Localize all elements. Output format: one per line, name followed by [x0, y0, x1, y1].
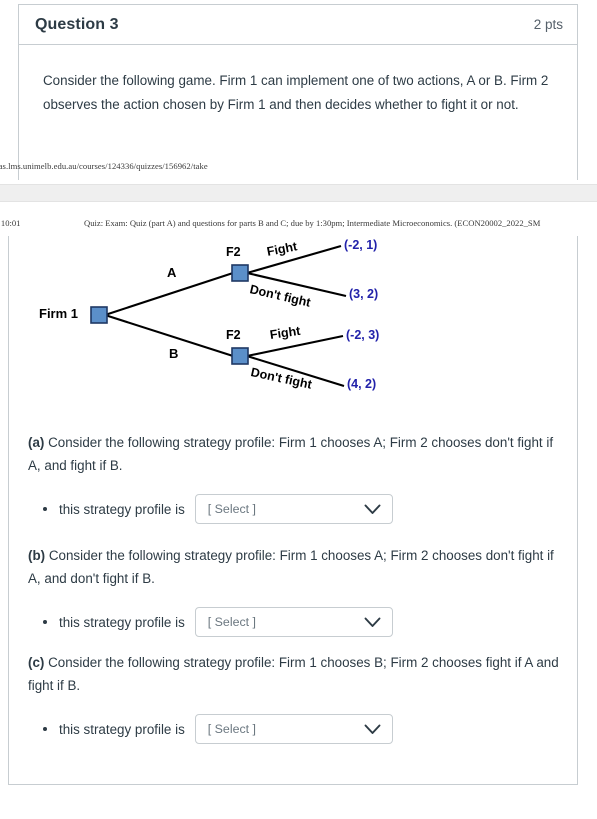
tree-label-action-a: A: [167, 265, 177, 280]
part-a-text: (a) Consider the following strategy prof…: [28, 431, 568, 477]
tree-label-firm2-upper: F2: [226, 245, 241, 259]
part-c-body: Consider the following strategy profile:…: [28, 655, 559, 694]
question-points-badge: 2 pts: [533, 17, 563, 32]
part-c-text: (c) Consider the following strategy prof…: [28, 651, 568, 697]
payoff-a-dont-fight: (3, 2): [349, 287, 379, 301]
page-title: Question 3: [35, 15, 119, 33]
bullet-icon: [43, 727, 47, 732]
page-break-divider: [0, 184, 597, 202]
running-head-date: 22, 10:01: [0, 218, 21, 228]
part-b-body: Consider the following strategy profile:…: [28, 548, 554, 587]
part-b-select-value: [ Select ]: [207, 615, 256, 630]
part-c-marker: (c): [28, 655, 45, 670]
node-firm1: [90, 306, 108, 324]
part-b-answer-row: this strategy profile is [ Select ]: [28, 607, 568, 638]
question-header: Question 3 2 pts: [19, 5, 577, 45]
question-part-b: (b) Consider the following strategy prof…: [28, 544, 568, 638]
question-prompt: Consider the following game. Firm 1 can …: [43, 73, 549, 112]
part-c-select[interactable]: [ Select ]: [194, 714, 393, 745]
part-b-text: (b) Consider the following strategy prof…: [28, 544, 568, 590]
tree-label-firm1: Firm 1: [39, 306, 79, 321]
part-a-select-value: [ Select ]: [207, 502, 256, 517]
question-card: Question 3 2 pts Consider the following …: [18, 4, 578, 180]
chevron-down-icon: [364, 617, 381, 628]
part-b-marker: (b): [28, 548, 46, 563]
question-body: Consider the following game. Firm 1 can …: [19, 45, 577, 117]
part-b-select[interactable]: [ Select ]: [194, 607, 393, 638]
part-a-select[interactable]: [ Select ]: [194, 494, 393, 525]
part-b-answer-label: this strategy profile is: [59, 614, 185, 630]
bullet-icon: [43, 507, 47, 512]
part-a-marker: (a): [28, 435, 45, 450]
tree-label-firm2-lower: F2: [226, 328, 241, 342]
payoff-a-fight: (-2, 1): [344, 238, 378, 252]
question-part-a: (a) Consider the following strategy prof…: [28, 431, 568, 525]
part-c-select-value: [ Select ]: [207, 722, 256, 737]
chevron-down-icon: [364, 504, 381, 515]
part-c-answer-row: this strategy profile is [ Select ]: [28, 714, 568, 745]
question-part-c: (c) Consider the following strategy prof…: [28, 651, 568, 745]
question-card-continued: Firm 1 F2 F2 A B Fight Don't fight Fight…: [8, 236, 578, 785]
game-tree-figure: Firm 1 F2 F2 A B Fight Don't fight Fight…: [19, 236, 439, 411]
running-head-title: Quiz: Exam: Quiz (part A) and questions …: [84, 218, 541, 228]
payoff-b-dont-fight: (4, 2): [347, 377, 377, 391]
edge-lower-fight: [246, 334, 344, 358]
payoff-b-fight: (-2, 3): [346, 328, 380, 342]
node-firm2-lower: [231, 347, 249, 365]
part-c-answer-label: this strategy profile is: [59, 721, 185, 737]
bullet-icon: [43, 620, 47, 625]
part-a-answer-label: this strategy profile is: [59, 501, 185, 517]
running-head: 22, 10:01 Quiz: Exam: Quiz (part A) and …: [0, 218, 597, 232]
part-a-answer-row: this strategy profile is [ Select ]: [28, 494, 568, 525]
node-firm2-upper: [231, 264, 249, 282]
chevron-down-icon: [364, 724, 381, 735]
print-footer-url: nvas.lms.unimelb.edu.au/courses/124336/q…: [0, 161, 208, 171]
tree-label-action-b: B: [169, 346, 179, 361]
part-a-body: Consider the following strategy profile:…: [28, 435, 554, 474]
